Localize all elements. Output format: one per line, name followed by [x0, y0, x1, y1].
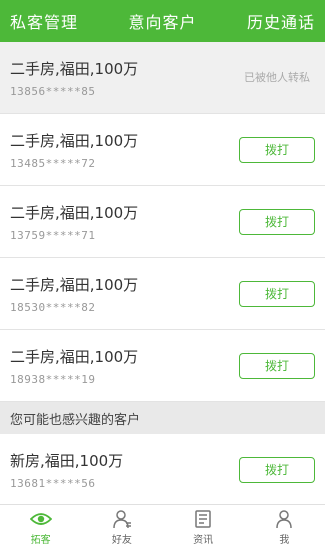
client-title: 二手房,福田,100万 — [10, 59, 139, 78]
nav-label: 好友 — [111, 535, 132, 546]
list-item[interactable]: 二手房,福田,100万 13759*****71 拨打 — [0, 186, 325, 258]
transferred-status: 已被他人转私 — [244, 70, 310, 84]
tab-call-history[interactable]: 历史通话 — [247, 9, 315, 33]
app-screen: 私客管理 意向客户 历史通话 二手房,福田,100万 13856*****85 … — [0, 0, 325, 550]
client-info: 二手房,福田,100万 13856*****85 — [10, 58, 138, 98]
section-header-recommended: 您可能也感兴趣的客户 — [0, 402, 325, 434]
list-item[interactable]: 二手房,福田,100万 13856*****85 已被他人转私 — [0, 42, 325, 114]
client-title: 二手房,福田,100万 — [10, 131, 139, 150]
client-phone: 18530*****82 — [10, 300, 96, 314]
nav-label: 我 — [279, 535, 290, 546]
client-info: 二手房,福田,100万 18530*****82 — [10, 274, 138, 314]
client-title: 二手房,福田,100万 — [10, 275, 139, 294]
section-title: 您可能也感兴趣的客户 — [10, 412, 141, 428]
user-icon — [111, 509, 133, 529]
client-phone: 13681*****56 — [10, 476, 96, 490]
nav-label: 资讯 — [193, 535, 214, 546]
client-list: 二手房,福田,100万 13856*****85 已被他人转私 二手房,福田,1… — [0, 42, 325, 506]
client-info: 二手房,福田,100万 18938*****19 — [10, 346, 138, 386]
client-info: 二手房,福田,100万 13485*****72 — [10, 130, 138, 170]
client-phone: 13856*****85 — [10, 84, 96, 98]
bottom-nav: 拓客 好友 资讯 我 — [0, 504, 325, 550]
news-icon — [192, 509, 214, 529]
client-info: 二手房,福田,100万 13759*****71 — [10, 202, 138, 242]
client-phone: 18938*****19 — [10, 372, 96, 386]
client-phone: 13485*****72 — [10, 156, 96, 170]
call-button[interactable]: 拨打 — [239, 208, 315, 235]
nav-item-explore[interactable]: 拓客 — [0, 505, 81, 550]
client-title: 新房,福田,100万 — [10, 451, 124, 470]
call-button[interactable]: 拨打 — [239, 280, 315, 307]
list-item[interactable]: 新房,福田,100万 13681*****56 拨打 — [0, 434, 325, 506]
client-title: 二手房,福田,100万 — [10, 347, 139, 366]
nav-label: 拓客 — [30, 535, 51, 546]
tab-intended-clients[interactable]: 意向客户 — [128, 9, 196, 33]
list-item[interactable]: 二手房,福田,100万 18938*****19 拨打 — [0, 330, 325, 402]
client-phone: 13759*****71 — [10, 228, 96, 242]
nav-item-friends[interactable]: 好友 — [81, 505, 162, 550]
top-tab-bar: 私客管理 意向客户 历史通话 — [0, 0, 325, 42]
client-title: 二手房,福田,100万 — [10, 203, 139, 222]
person-icon — [273, 509, 295, 529]
eye-icon — [29, 509, 52, 529]
nav-item-me[interactable]: 我 — [244, 505, 325, 550]
call-button[interactable]: 拨打 — [239, 352, 315, 379]
call-button[interactable]: 拨打 — [239, 456, 315, 483]
nav-item-news[interactable]: 资讯 — [163, 505, 244, 550]
tab-private-clients[interactable]: 私客管理 — [10, 9, 78, 33]
client-info: 新房,福田,100万 13681*****56 — [10, 450, 123, 490]
list-item[interactable]: 二手房,福田,100万 13485*****72 拨打 — [0, 114, 325, 186]
call-button[interactable]: 拨打 — [239, 136, 315, 163]
list-item[interactable]: 二手房,福田,100万 18530*****82 拨打 — [0, 258, 325, 330]
